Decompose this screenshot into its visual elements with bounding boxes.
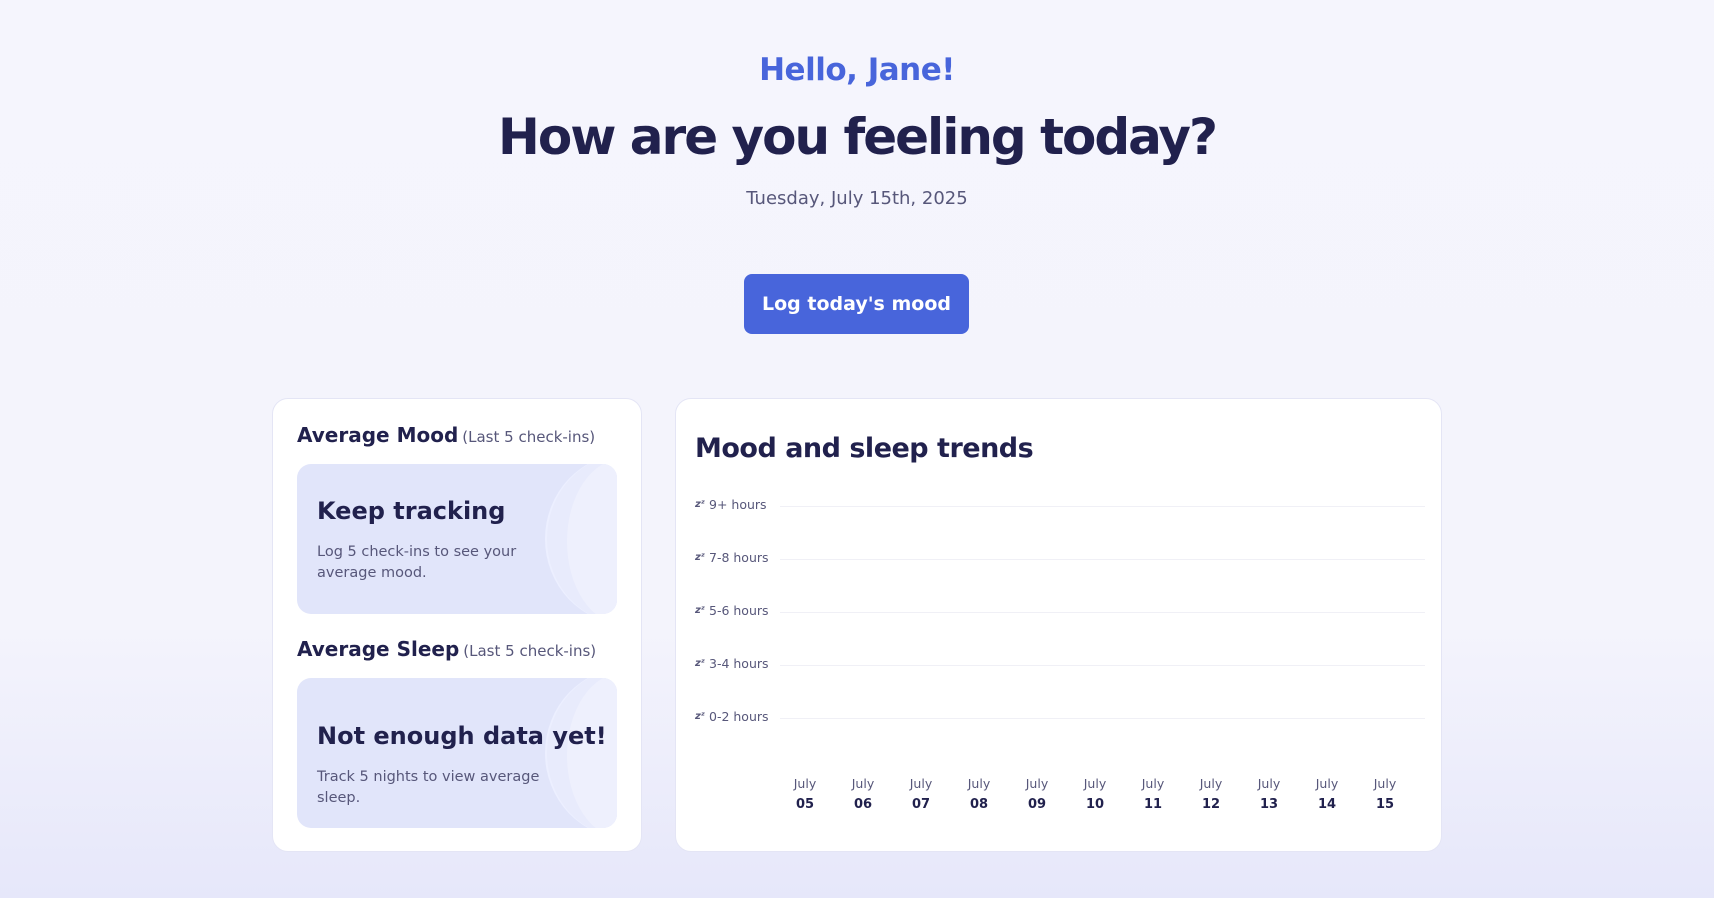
page-title: How are you feeling today? <box>498 108 1218 166</box>
average-sleep-box: Not enough data yet! Track 5 nights to v… <box>297 678 617 828</box>
y-axis-row: zᶻ 0-2 hours <box>695 709 1425 729</box>
average-sleep-heading: Average Sleep (Last 5 check-ins) <box>297 637 596 661</box>
x-tick-label: July 06 <box>843 775 883 817</box>
x-tick-label: July 08 <box>959 775 999 817</box>
x-tick-day: 12 <box>1201 797 1221 812</box>
y-tick-label: zᶻ 5-6 hours <box>695 603 769 618</box>
x-tick-month: July <box>1141 776 1165 791</box>
dashboard-page: Hello, Jane! How are you feeling today? … <box>0 0 1714 898</box>
chart-title: Mood and sleep trends <box>695 433 1034 464</box>
grid-line <box>780 665 1425 666</box>
x-tick-day: 08 <box>969 797 989 812</box>
x-tick-label: July 11 <box>1133 775 1173 817</box>
y-tick-label: zᶻ 0-2 hours <box>695 709 769 724</box>
y-tick-label: zᶻ 9+ hours <box>695 497 767 512</box>
trends-chart-card: Mood and sleep trends zᶻ 9+ hours zᶻ 7-8 ho… <box>675 398 1442 852</box>
y-axis-row: zᶻ 5-6 hours <box>695 603 1425 623</box>
x-tick-label: July 07 <box>901 775 941 817</box>
zzz-icon: zᶻ <box>695 605 705 616</box>
grid-line <box>780 506 1425 507</box>
x-tick-month: July <box>1199 776 1223 791</box>
grid-line <box>780 559 1425 560</box>
x-tick-day: 07 <box>911 797 931 812</box>
y-tick-label: zᶻ 3-4 hours <box>695 656 769 671</box>
zzz-icon: zᶻ <box>695 711 705 722</box>
y-tick-text: 9+ hours <box>709 497 767 512</box>
y-tick-text: 0-2 hours <box>709 709 769 724</box>
average-mood-title: Average Mood <box>297 423 459 447</box>
average-mood-box-text: Log 5 check-ins to see your average mood… <box>317 544 517 581</box>
zzz-icon: zᶻ <box>695 552 705 563</box>
y-tick-text: 7-8 hours <box>709 550 769 565</box>
x-tick-label: July 13 <box>1249 775 1289 817</box>
x-tick-label: July 05 <box>785 775 825 817</box>
average-sleep-box-title: Not enough data yet! <box>317 722 607 750</box>
x-tick-day: 14 <box>1317 797 1337 812</box>
average-mood-heading: Average Mood (Last 5 check-ins) <box>297 423 595 447</box>
y-tick-label: zᶻ 7-8 hours <box>695 550 769 565</box>
average-mood-box-title: Keep tracking <box>317 497 506 525</box>
x-tick-label: July 14 <box>1307 775 1347 817</box>
current-date: Tuesday, July 15th, 2025 <box>746 188 968 209</box>
x-tick-label: July 10 <box>1075 775 1115 817</box>
x-tick-day: 11 <box>1143 797 1163 812</box>
x-tick-month: July <box>967 776 991 791</box>
averages-card: Average Mood (Last 5 check-ins) Keep trac… <box>272 398 642 852</box>
average-sleep-subtitle: (Last 5 check-ins) <box>463 642 597 660</box>
x-tick-day: 09 <box>1027 797 1047 812</box>
x-tick-label: July 12 <box>1191 775 1231 817</box>
average-mood-subtitle: (Last 5 check-ins) <box>462 428 596 446</box>
y-axis-row: zᶻ 7-8 hours <box>695 550 1425 570</box>
average-sleep-box-text: Track 5 nights to view average sleep. <box>317 769 540 806</box>
x-tick-month: July <box>1257 776 1281 791</box>
x-tick-label: July 09 <box>1017 775 1057 817</box>
y-axis-row: zᶻ 3-4 hours <box>695 656 1425 676</box>
y-tick-text: 5-6 hours <box>709 603 769 618</box>
x-tick-day: 10 <box>1085 797 1105 812</box>
zzz-icon: zᶻ <box>695 499 705 510</box>
x-tick-day: 06 <box>853 797 873 812</box>
x-tick-day: 13 <box>1259 797 1279 812</box>
x-tick-label: July 15 <box>1365 775 1405 817</box>
greeting: Hello, Jane! <box>759 52 955 88</box>
y-axis-row: zᶻ 9+ hours <box>695 497 1425 517</box>
grid-line <box>780 612 1425 613</box>
x-tick-day: 15 <box>1375 797 1395 812</box>
log-mood-button[interactable]: Log today's mood <box>744 274 969 334</box>
x-tick-month: July <box>1083 776 1107 791</box>
x-tick-month: July <box>793 776 817 791</box>
zzz-icon: zᶻ <box>695 658 705 669</box>
average-mood-box: Keep tracking Log 5 check-ins to see you… <box>297 464 617 614</box>
x-tick-month: July <box>851 776 875 791</box>
x-tick-month: July <box>1025 776 1049 791</box>
average-sleep-title: Average Sleep <box>297 637 460 661</box>
x-tick-month: July <box>909 776 933 791</box>
x-tick-month: July <box>1315 776 1339 791</box>
x-tick-month: July <box>1373 776 1397 791</box>
y-tick-text: 3-4 hours <box>709 656 769 671</box>
grid-line <box>780 718 1425 719</box>
x-tick-day: 05 <box>795 797 815 812</box>
